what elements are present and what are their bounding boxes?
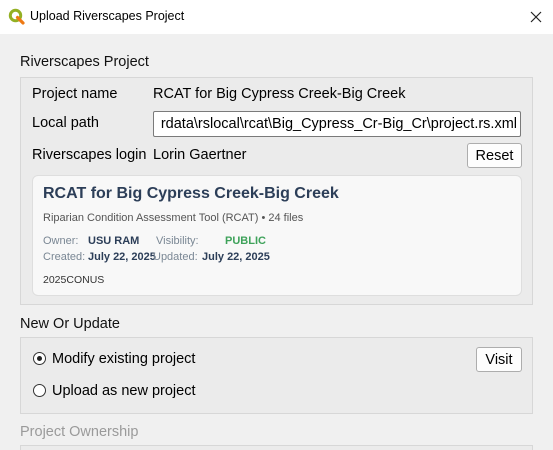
- visibility-value: PUBLIC: [225, 235, 266, 247]
- title-bar: Upload Riverscapes Project: [0, 0, 553, 34]
- qgis-icon: [8, 8, 25, 25]
- created-label: Created:: [43, 251, 86, 263]
- local-path-label: Local path: [32, 115, 99, 131]
- visit-button[interactable]: Visit: [476, 347, 522, 372]
- local-path-value: rdata\rslocal\rcat\Big_Cypress_Cr-Big_Cr…: [160, 116, 517, 132]
- close-icon[interactable]: [525, 6, 547, 28]
- card-title: RCAT for Big Cypress Creek-Big Creek: [43, 185, 339, 202]
- project-card[interactable]: RCAT for Big Cypress Creek-Big Creek Rip…: [32, 175, 522, 296]
- updated-value: July 22, 2025: [202, 251, 270, 263]
- owner-value: USU RAM: [88, 235, 140, 247]
- upload-new-radio[interactable]: [33, 384, 46, 397]
- project-tag: 2025CONUS: [43, 274, 105, 286]
- project-name-value: RCAT for Big Cypress Creek-Big Creek: [153, 86, 406, 102]
- new-or-update-heading: New Or Update: [20, 316, 120, 332]
- new-or-update-group: [20, 337, 533, 414]
- riverscapes-login-label: Riverscapes login: [32, 147, 147, 163]
- local-path-field[interactable]: rdata\rslocal\rcat\Big_Cypress_Cr-Big_Cr…: [153, 111, 521, 137]
- project-ownership-group: [20, 445, 533, 450]
- riverscapes-login-value: Lorin Gaertner: [153, 147, 247, 163]
- modify-existing-label[interactable]: Modify existing project: [52, 351, 195, 367]
- reset-button[interactable]: Reset: [467, 143, 522, 168]
- visibility-label: Visibility:: [156, 235, 199, 247]
- updated-label: Updated:: [153, 251, 198, 263]
- modify-existing-radio[interactable]: [33, 352, 46, 365]
- window-title: Upload Riverscapes Project: [30, 9, 185, 23]
- project-ownership-heading: Project Ownership: [20, 424, 139, 440]
- upload-new-label[interactable]: Upload as new project: [52, 383, 195, 399]
- riverscapes-project-heading: Riverscapes Project: [20, 54, 149, 70]
- owner-label: Owner:: [43, 235, 79, 247]
- project-name-label: Project name: [32, 86, 118, 102]
- created-value: July 22, 2025: [88, 251, 156, 263]
- card-subtitle: Riparian Condition Assessment Tool (RCAT…: [43, 212, 304, 224]
